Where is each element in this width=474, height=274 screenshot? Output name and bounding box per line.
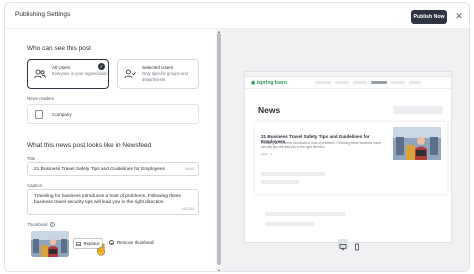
caption-value: Traveling for business introduces a host…: [34, 194, 182, 206]
preview-meta: Hello · 0: [261, 152, 273, 156]
preview-nav-item: [409, 81, 421, 84]
news-readers-field[interactable]: Company: [27, 104, 199, 124]
option-title: Selected Users: [142, 65, 174, 70]
close-icon[interactable]: ✕: [454, 11, 464, 21]
option-desc: Only specific groups and departments: [142, 71, 188, 82]
newsfeed-preview: ◉ ispring learn News 21 Business Travel …: [244, 71, 452, 243]
titlebar: Publishing Settings Publish Now ✕: [5, 3, 469, 29]
preview-thumbnail: [393, 127, 441, 160]
option-selected-users[interactable]: Selected Users Only specific groups and …: [117, 59, 199, 89]
caption-label: Caption: [27, 183, 43, 188]
image-icon: [76, 241, 82, 246]
publishing-settings-window: Publishing Settings Publish Now ✕ Who ca…: [4, 2, 470, 272]
remove-label: Remove thumbnail: [117, 240, 154, 245]
preview-panel: ◉ ispring learn News 21 Business Travel …: [222, 29, 469, 271]
preview-placeholder-line: [265, 212, 345, 216]
desktop-preview-button[interactable]: [338, 239, 348, 251]
desktop-icon: [339, 244, 347, 251]
preview-nav-item: [391, 81, 405, 84]
option-title: All Users: [52, 65, 71, 70]
preview-nav: ◉ ispring learn: [245, 77, 451, 89]
title-label: Title: [27, 156, 36, 161]
scroll-down-icon[interactable]: ▼: [217, 268, 221, 271]
remove-icon: [109, 240, 114, 245]
thumbnail-label-row: Thumbnail ?: [27, 222, 55, 227]
newsfeed-heading: What this news post looks like in Newsfe…: [27, 142, 152, 149]
caption-input[interactable]: Traveling for business introduces a host…: [27, 189, 199, 215]
window-title: Publishing Settings: [15, 11, 71, 18]
mobile-icon: [355, 243, 359, 251]
preview-news-heading: News: [258, 105, 281, 115]
readers-value: Company: [52, 112, 72, 117]
remove-thumbnail-link[interactable]: Remove thumbnail: [109, 240, 154, 245]
caption-count: 140/150: [181, 207, 194, 211]
user-select-icon: [124, 69, 136, 79]
publish-now-button[interactable]: Publish Now: [411, 10, 447, 24]
users-icon: [34, 69, 46, 79]
visibility-heading: Who can see this post: [27, 45, 91, 52]
title-count: 59/90: [185, 167, 194, 171]
thumbnail-label: Thumbnail: [27, 222, 48, 227]
mobile-preview-button[interactable]: [352, 239, 362, 251]
preview-excerpt: Traveling for business introduces a host…: [261, 141, 381, 149]
preview-nav-item: [315, 81, 331, 84]
title-input[interactable]: 21 Business Travel Safety Tips and Guide…: [27, 162, 199, 176]
preview-placeholder-line: [261, 172, 325, 176]
preview-nav-item-active: [371, 81, 387, 84]
preview-news-card: 21 Business Travel Safety Tips and Guide…: [255, 122, 447, 194]
preview-placeholder-line: [265, 222, 315, 226]
thumbnail-image: [31, 231, 69, 257]
title-value: 21 Business Travel Safety Tips and Guide…: [34, 167, 165, 172]
scroll-thumb[interactable]: [217, 33, 221, 265]
preview-placeholder-line: [261, 180, 299, 184]
check-icon: ✓: [98, 63, 105, 70]
cursor-icon: ☝: [95, 245, 108, 256]
info-icon[interactable]: ?: [49, 222, 55, 227]
preview-search-bar: [393, 106, 443, 114]
preview-nav-item: [335, 81, 349, 84]
readers-label: News readers: [27, 96, 55, 101]
preview-nav-item: [353, 81, 367, 84]
option-all-users[interactable]: All Users Everyone in your organization …: [27, 59, 109, 89]
option-desc: Everyone in your organization: [52, 71, 108, 76]
building-icon: [35, 110, 43, 119]
preview-logo: ◉ ispring learn: [251, 80, 287, 86]
